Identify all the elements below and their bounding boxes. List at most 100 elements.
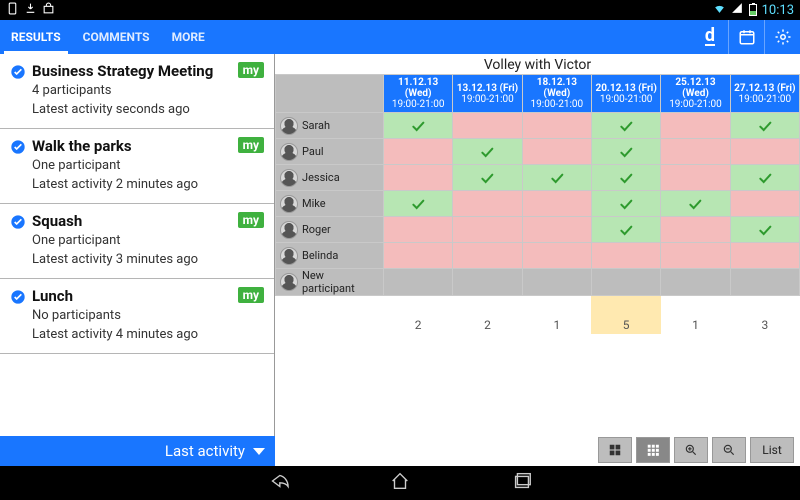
my-badge: my bbox=[238, 137, 264, 153]
availability-cell[interactable] bbox=[453, 139, 522, 165]
participant-name-cell[interactable]: Belinda bbox=[276, 243, 384, 269]
grid-toolbar: List bbox=[592, 434, 800, 466]
recent-apps-button[interactable] bbox=[511, 470, 533, 496]
android-nav-bar bbox=[0, 466, 800, 500]
availability-cell[interactable] bbox=[522, 217, 591, 243]
view-large-grid-button[interactable] bbox=[598, 437, 632, 463]
app-topbar: RESULTS COMMENTS MORE d bbox=[0, 20, 800, 54]
poll-activity: Latest activity seconds ago bbox=[32, 101, 264, 118]
count-cell: 5 bbox=[591, 296, 660, 334]
poll-item[interactable]: LunchmyNo participantsLatest activity 4 … bbox=[0, 279, 274, 354]
availability-cell[interactable] bbox=[522, 243, 591, 269]
availability-cell[interactable] bbox=[453, 217, 522, 243]
participant-name-cell[interactable]: Roger bbox=[276, 217, 384, 243]
availability-cell[interactable] bbox=[661, 191, 730, 217]
avatar-icon bbox=[280, 221, 298, 239]
grid-corner bbox=[276, 75, 384, 113]
availability-cell[interactable] bbox=[730, 191, 799, 217]
availability-cell[interactable] bbox=[522, 139, 591, 165]
availability-cell[interactable] bbox=[522, 165, 591, 191]
poll-activity: Latest activity 2 minutes ago bbox=[32, 176, 264, 193]
poll-item[interactable]: Business Strategy Meetingmy4 participant… bbox=[0, 54, 274, 129]
avatar-icon bbox=[280, 273, 298, 291]
availability-cell[interactable] bbox=[591, 217, 660, 243]
grid-column-header[interactable]: 20.12.13 (Fri)19:00-21:00 bbox=[591, 75, 660, 113]
sort-button[interactable]: Last activity bbox=[0, 436, 275, 466]
availability-cell[interactable] bbox=[384, 269, 453, 296]
availability-cell[interactable] bbox=[730, 113, 799, 139]
participant-name-cell[interactable]: Paul bbox=[276, 139, 384, 165]
availability-cell[interactable] bbox=[591, 165, 660, 191]
availability-cell[interactable] bbox=[522, 269, 591, 296]
poll-item[interactable]: SquashmyOne participantLatest activity 3… bbox=[0, 204, 274, 279]
availability-cell[interactable] bbox=[730, 217, 799, 243]
participant-name-cell[interactable]: Jessica bbox=[276, 165, 384, 191]
availability-cell[interactable] bbox=[453, 165, 522, 191]
zoom-in-button[interactable] bbox=[674, 437, 708, 463]
poll-list-panel: Business Strategy Meetingmy4 participant… bbox=[0, 54, 275, 466]
chevron-down-icon bbox=[253, 448, 265, 455]
calendar-button[interactable] bbox=[728, 20, 764, 54]
count-cell: 2 bbox=[384, 296, 453, 334]
settings-button[interactable] bbox=[764, 20, 800, 54]
grid-column-header[interactable]: 11.12.13 (Wed)19:00-21:00 bbox=[384, 75, 453, 113]
availability-cell[interactable] bbox=[661, 139, 730, 165]
back-button[interactable] bbox=[267, 470, 289, 496]
availability-cell[interactable] bbox=[522, 113, 591, 139]
availability-cell[interactable] bbox=[661, 113, 730, 139]
availability-cell[interactable] bbox=[661, 165, 730, 191]
wifi-icon bbox=[713, 2, 726, 18]
availability-cell[interactable] bbox=[384, 113, 453, 139]
tab-results[interactable]: RESULTS bbox=[0, 20, 72, 54]
participant-name-cell[interactable]: Mike bbox=[276, 191, 384, 217]
poll-item[interactable]: Walk the parksmyOne participantLatest ac… bbox=[0, 129, 274, 204]
grid-column-header[interactable]: 27.12.13 (Fri)19:00-21:00 bbox=[730, 75, 799, 113]
availability-cell[interactable] bbox=[730, 269, 799, 296]
app-logo: d bbox=[692, 20, 728, 54]
availability-cell[interactable] bbox=[453, 243, 522, 269]
sort-label: Last activity bbox=[165, 442, 245, 460]
participant-name: Paul bbox=[302, 145, 324, 158]
availability-cell[interactable] bbox=[453, 269, 522, 296]
availability-cell[interactable] bbox=[591, 269, 660, 296]
grid-row: Sarah bbox=[276, 113, 800, 139]
availability-cell[interactable] bbox=[591, 243, 660, 269]
count-row: 221513 bbox=[276, 296, 800, 334]
availability-cell[interactable] bbox=[591, 191, 660, 217]
participant-name: New participant bbox=[302, 269, 379, 295]
poll-activity: Latest activity 4 minutes ago bbox=[32, 326, 264, 343]
availability-cell[interactable] bbox=[384, 191, 453, 217]
availability-cell[interactable] bbox=[730, 243, 799, 269]
availability-cell[interactable] bbox=[591, 139, 660, 165]
tab-comments[interactable]: COMMENTS bbox=[72, 20, 161, 54]
view-list-button[interactable]: List bbox=[750, 437, 794, 463]
grid-row: Jessica bbox=[276, 165, 800, 191]
participant-name: Roger bbox=[302, 223, 331, 236]
availability-cell[interactable] bbox=[384, 243, 453, 269]
availability-cell[interactable] bbox=[384, 217, 453, 243]
availability-cell[interactable] bbox=[453, 191, 522, 217]
availability-cell[interactable] bbox=[661, 217, 730, 243]
availability-cell[interactable] bbox=[384, 139, 453, 165]
tab-more[interactable]: MORE bbox=[161, 20, 216, 54]
zoom-out-button[interactable] bbox=[712, 437, 746, 463]
grid-column-header[interactable]: 25.12.13 (Wed)19:00-21:00 bbox=[661, 75, 730, 113]
availability-cell[interactable] bbox=[522, 191, 591, 217]
grid-column-header[interactable]: 13.12.13 (Fri)19:00-21:00 bbox=[453, 75, 522, 113]
home-button[interactable] bbox=[389, 470, 411, 496]
availability-cell[interactable] bbox=[384, 165, 453, 191]
participant-name-cell[interactable]: New participant bbox=[276, 269, 384, 296]
poll-participants: One participant bbox=[32, 157, 264, 174]
availability-cell[interactable] bbox=[591, 113, 660, 139]
availability-cell[interactable] bbox=[730, 139, 799, 165]
availability-cell[interactable] bbox=[661, 269, 730, 296]
availability-cell[interactable] bbox=[453, 113, 522, 139]
check-icon bbox=[10, 214, 26, 230]
availability-cell[interactable] bbox=[730, 165, 799, 191]
participant-name-cell[interactable]: Sarah bbox=[276, 113, 384, 139]
count-cell: 1 bbox=[522, 296, 591, 334]
poll-participants: 4 participants bbox=[32, 82, 264, 99]
view-small-grid-button[interactable] bbox=[636, 437, 670, 463]
grid-column-header[interactable]: 18.12.13 (Wed)19:00-21:00 bbox=[522, 75, 591, 113]
availability-cell[interactable] bbox=[661, 243, 730, 269]
